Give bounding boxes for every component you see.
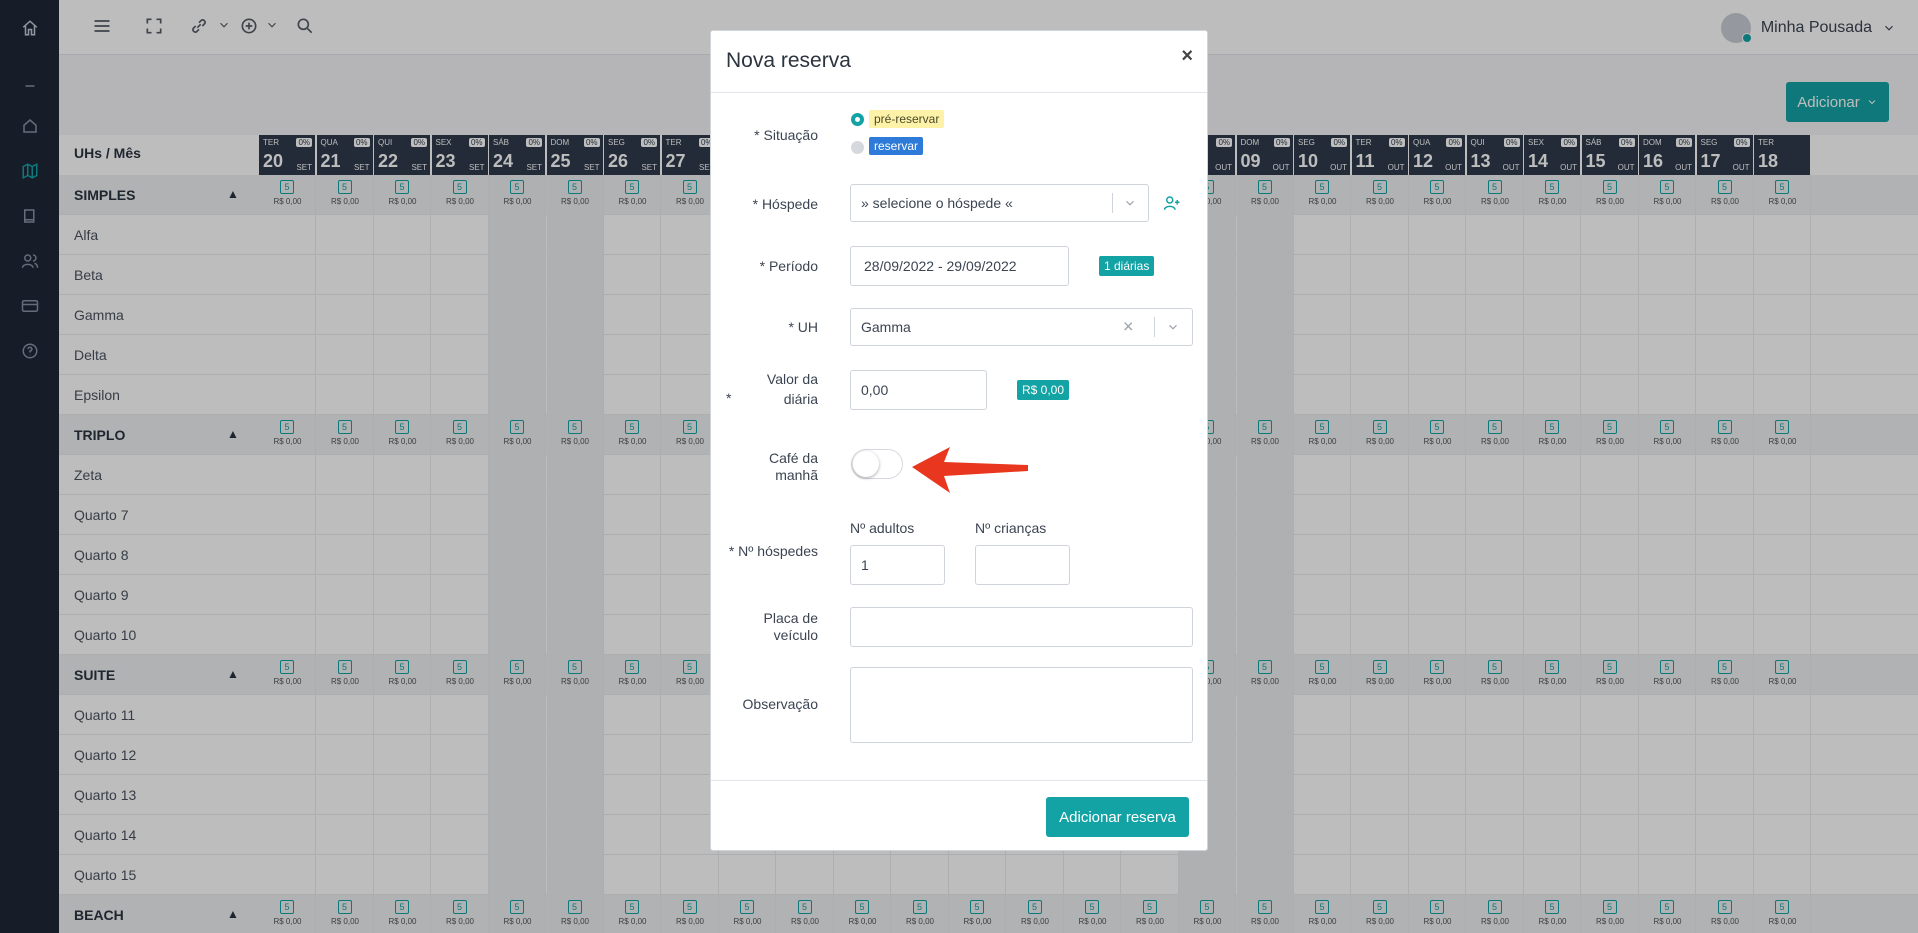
close-icon[interactable]: × [1181,45,1193,68]
observacao-label: Observação [742,696,818,712]
add-guest-icon[interactable] [1163,194,1181,217]
modal-title: Nova reserva [726,49,851,72]
periodo-value: 28/09/2022 - 29/09/2022 [864,258,1017,274]
hospede-label: * Hóspede [752,196,818,212]
divider [711,92,1207,93]
divider [711,780,1207,781]
hospedes-label: * Nº hóspedes [728,543,818,559]
uh-select[interactable]: Gamma × [850,308,1193,346]
adultos-label: Nº adultos [850,520,915,536]
reservar-option[interactable]: reservar [869,137,924,155]
placa-label-line1: Placa de [763,610,818,626]
placa-label-line2: veículo [773,627,818,643]
observacao-textarea[interactable] [850,667,1193,743]
valor-input[interactable]: 0,00 [850,370,987,410]
pre-reservar-option[interactable]: pré-reservar [869,110,945,128]
valor-badge: R$ 0,00 [1017,380,1070,400]
uh-label: * UH [788,319,818,335]
uh-value: Gamma [861,319,911,335]
valor-label-line2: diária [783,391,818,407]
valor-label-line1: Valor da [766,371,818,387]
cafe-toggle[interactable] [851,449,903,479]
hospede-placeholder: » selecione o hóspede « [861,195,1013,211]
periodo-label: * Período [759,258,818,274]
divider [1154,317,1155,337]
cafe-label-line1: Café da [768,450,818,466]
valor-value: 0,00 [861,382,889,398]
clear-icon[interactable]: × [1123,317,1134,338]
chevron-down-icon [1123,196,1137,210]
criancas-input[interactable] [975,545,1070,585]
radio-pre-reservar[interactable] [851,113,864,126]
chevron-down-icon [1166,320,1180,334]
adultos-input[interactable]: 1 [850,545,945,585]
hospede-select[interactable]: » selecione o hóspede « [850,184,1149,222]
placa-input[interactable] [850,607,1193,647]
red-arrow-annotation [912,447,1028,493]
situacao-label: * Situação [754,127,818,143]
diarias-badge: 1 diárias [1099,256,1155,276]
add-reservation-button[interactable]: Adicionar reserva [1046,797,1189,837]
radio-reservar[interactable] [851,141,864,154]
valor-required-star: * [726,390,732,406]
cafe-label-line2: manhã [775,467,818,483]
divider [1112,193,1113,213]
adultos-value: 1 [861,557,869,573]
criancas-label: Nº crianças [975,520,1047,536]
periodo-input[interactable]: 28/09/2022 - 29/09/2022 [850,246,1069,286]
new-reservation-modal: Nova reserva × * Situação pré-reservar r… [710,30,1208,851]
